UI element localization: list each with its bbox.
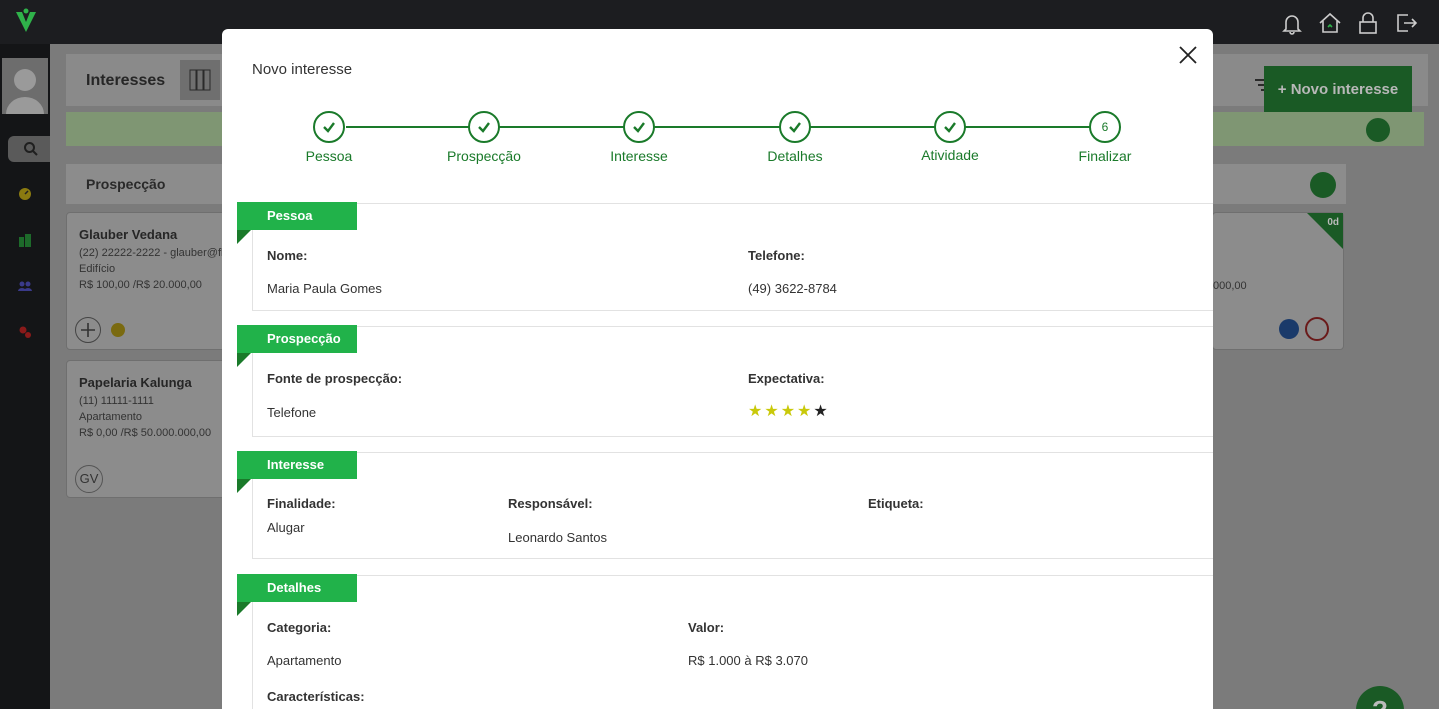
settings-icon[interactable] bbox=[17, 324, 33, 340]
step-check-icon bbox=[623, 111, 655, 143]
telefone-label: Telefone: bbox=[748, 248, 805, 263]
home-icon[interactable] bbox=[1317, 10, 1343, 36]
card-range: R$ 0,00 /R$ 50.000.000,00 bbox=[79, 427, 212, 439]
app-logo[interactable] bbox=[14, 8, 38, 34]
card-contact: (11) 11111-1111 bbox=[79, 395, 154, 407]
user-initials-avatar[interactable]: GV bbox=[75, 465, 103, 493]
star-filled-icon[interactable]: ★ bbox=[748, 404, 762, 420]
step-label: Interesse bbox=[610, 148, 668, 164]
card-name: Glauber Vedana bbox=[79, 227, 178, 242]
step-pessoa[interactable]: Pessoa bbox=[269, 111, 389, 164]
close-icon[interactable] bbox=[1178, 45, 1198, 65]
column-dollar-icon bbox=[1310, 172, 1336, 198]
tag-fold bbox=[237, 479, 251, 493]
responsavel-value: Leonardo Santos bbox=[508, 530, 608, 545]
new-interest-modal: Novo interesse Pessoa Prospecção Interes… bbox=[222, 29, 1213, 709]
interests-title: Interesses bbox=[86, 72, 166, 89]
expectativa-label: Expectativa: bbox=[748, 371, 825, 386]
user-avatar[interactable] bbox=[2, 58, 48, 114]
buildings-icon[interactable] bbox=[17, 232, 33, 248]
users-icon[interactable] bbox=[17, 278, 33, 294]
card-value: 000,00 bbox=[1213, 280, 1247, 292]
sidebar bbox=[0, 44, 52, 709]
card-range: R$ 100,00 /R$ 20.000,00 bbox=[79, 279, 202, 291]
tag-fold bbox=[237, 353, 251, 367]
step-label: Finalizar bbox=[1078, 148, 1132, 164]
responsavel-label: Responsável: bbox=[508, 496, 593, 511]
logout-icon[interactable] bbox=[1393, 10, 1419, 36]
wizard-stepper: Pessoa Prospecção Interesse Detalhes Ati… bbox=[222, 111, 1213, 171]
notification-bell-icon[interactable] bbox=[1279, 10, 1305, 36]
step-label: Detalhes bbox=[767, 148, 823, 164]
step-number: 6 bbox=[1089, 111, 1121, 143]
section-pessoa: Pessoa Nome: Maria Paula Gomes Telefone:… bbox=[237, 202, 1213, 311]
step-label: Atividade bbox=[921, 147, 979, 163]
kanban-view-icon[interactable] bbox=[180, 60, 220, 100]
step-interesse[interactable]: Interesse bbox=[579, 111, 699, 164]
sidebar-search-button[interactable] bbox=[8, 136, 52, 162]
nome-value: Maria Paula Gomes bbox=[267, 281, 382, 296]
section-tag: Prospecção bbox=[237, 325, 357, 353]
step-prospeccao[interactable]: Prospecção bbox=[424, 111, 544, 164]
card-days: 0d bbox=[1327, 217, 1339, 228]
fonte-label: Fonte de prospecção: bbox=[267, 371, 403, 386]
lock-icon[interactable] bbox=[1355, 10, 1381, 36]
step-label: Pessoa bbox=[305, 148, 353, 164]
interest-card[interactable]: 0d 000,00 bbox=[1212, 212, 1344, 350]
section-prospeccao: Prospecção Fonte de prospecção: Telefone… bbox=[237, 325, 1213, 437]
star-empty-icon[interactable]: ★ bbox=[813, 404, 827, 420]
card-type: Edifício bbox=[79, 263, 116, 275]
card-name: Papelaria Kalunga bbox=[79, 375, 192, 390]
add-icon[interactable] bbox=[75, 317, 101, 343]
new-interest-label: Novo interesse bbox=[1290, 81, 1399, 98]
categoria-value: Apartamento bbox=[267, 653, 342, 668]
categoria-label: Categoria: bbox=[267, 620, 332, 635]
new-interest-button[interactable]: + Novo interesse bbox=[1264, 66, 1412, 114]
finalidade-label: Finalidade: bbox=[267, 496, 336, 511]
column-title: Prospecção bbox=[86, 176, 166, 192]
tag-fold bbox=[237, 602, 251, 616]
modal-title: Novo interesse bbox=[252, 61, 353, 78]
dashboard-icon[interactable] bbox=[17, 186, 33, 202]
interest-card[interactable]: Glauber Vedana (22) 22222-2222 - glauber… bbox=[66, 212, 230, 350]
finalidade-value: Alugar bbox=[267, 520, 305, 535]
caracteristicas-label: Características: bbox=[267, 689, 365, 704]
valor-label: Valor: bbox=[688, 620, 725, 635]
step-label: Prospecção bbox=[447, 148, 521, 164]
step-atividade[interactable]: Atividade bbox=[890, 111, 1010, 163]
step-check-icon bbox=[779, 111, 811, 143]
section-tag: Pessoa bbox=[237, 202, 357, 230]
step-check-icon bbox=[934, 111, 966, 143]
card-type: Apartamento bbox=[79, 411, 142, 423]
hidden-eye-icon[interactable] bbox=[111, 323, 125, 337]
clock-icon[interactable] bbox=[1305, 317, 1329, 341]
star-filled-icon[interactable]: ★ bbox=[781, 404, 795, 420]
interest-card[interactable]: Papelaria Kalunga (11) 11111-1111 Aparta… bbox=[66, 360, 226, 498]
tag-fold bbox=[237, 230, 251, 244]
status-dot bbox=[1279, 319, 1299, 339]
section-detalhes: Detalhes Categoria: Apartamento Valor: R… bbox=[237, 574, 1213, 709]
step-finalizar[interactable]: 6 Finalizar bbox=[1045, 111, 1165, 164]
valor-value: R$ 1.000 à R$ 3.070 bbox=[688, 653, 808, 668]
etiqueta-label: Etiqueta: bbox=[868, 496, 924, 511]
step-check-icon bbox=[468, 111, 500, 143]
star-filled-icon[interactable]: ★ bbox=[797, 404, 811, 420]
nome-label: Nome: bbox=[267, 248, 308, 263]
search-icon bbox=[24, 142, 38, 156]
section-tag: Detalhes bbox=[237, 574, 357, 602]
card-contact: (22) 22222-2222 - glauber@fle bbox=[79, 247, 230, 259]
section-tag: Interesse bbox=[237, 451, 357, 479]
fonte-value: Telefone bbox=[267, 405, 317, 420]
star-filled-icon[interactable]: ★ bbox=[764, 404, 778, 420]
step-check-icon bbox=[313, 111, 345, 143]
telefone-value: (49) 3622-8784 bbox=[748, 281, 837, 296]
section-interesse: Interesse Finalidade: Alugar Responsável… bbox=[237, 451, 1213, 559]
expectativa-rating: ★ ★ ★ ★ ★ bbox=[748, 404, 828, 420]
step-detalhes[interactable]: Detalhes bbox=[735, 111, 855, 164]
dollar-icon bbox=[1366, 118, 1390, 142]
